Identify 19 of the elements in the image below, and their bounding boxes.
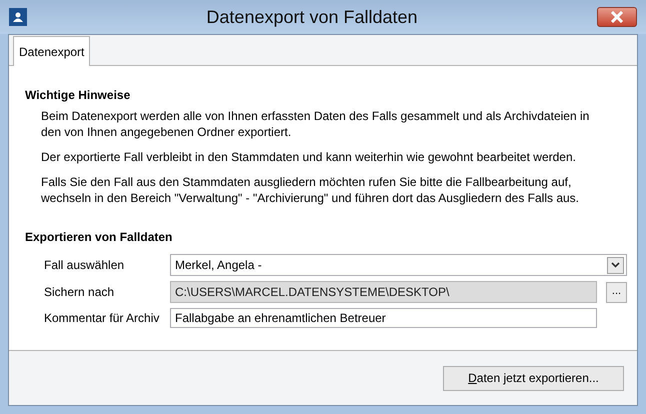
notice-paragraph: Beim Datenexport werden alle von Ihnen erfassten Daten des Falls gesammelt und als Archivdateien in den von Ihnen angegebenen Ordner exportiert.	[41, 108, 590, 140]
browse-button[interactable]: ...	[606, 282, 627, 302]
tab[interactable]: Datenexport	[13, 36, 90, 66]
field-label: Kommentar für Archiv	[44, 310, 160, 327]
close-button[interactable]	[597, 7, 637, 27]
comment-field[interactable]: Fallabgabe an ehrenamtlichen Betreuer	[170, 308, 597, 328]
path-field[interactable]: C:\USERS\MARCEL.DATENSYSTEME\DESKTOP\	[170, 281, 597, 303]
section-heading: Exportieren von Falldaten	[25, 229, 172, 246]
field-label: Fall auswählen	[44, 257, 126, 274]
chevron-down-icon	[607, 256, 624, 274]
section-heading: Wichtige Hinweise	[25, 87, 130, 104]
notice-paragraph: Der exportierte Fall verbleibt in den Stammdaten und kann weiterhin wie gewohnt bearbeitet werden.	[41, 149, 577, 165]
user-app-icon	[9, 8, 27, 26]
field-label: Sichern nach	[44, 284, 116, 301]
close-icon	[610, 11, 624, 23]
case-dropdown[interactable]: Merkel, Angela -	[170, 254, 627, 276]
notice-paragraph: Falls Sie den Fall aus den Stammdaten ausgliedern möchten rufen Sie bitte die Fallbearbeitung auf, wechseln in den Bereich "Verwaltung" - "Archivierung" und führen dort das Ausgliedern des Falls aus.	[41, 174, 580, 206]
export-button[interactable]: Daten jetzt exportieren...	[443, 366, 624, 390]
window-title: Datenexport von Falldaten	[205, 6, 419, 29]
